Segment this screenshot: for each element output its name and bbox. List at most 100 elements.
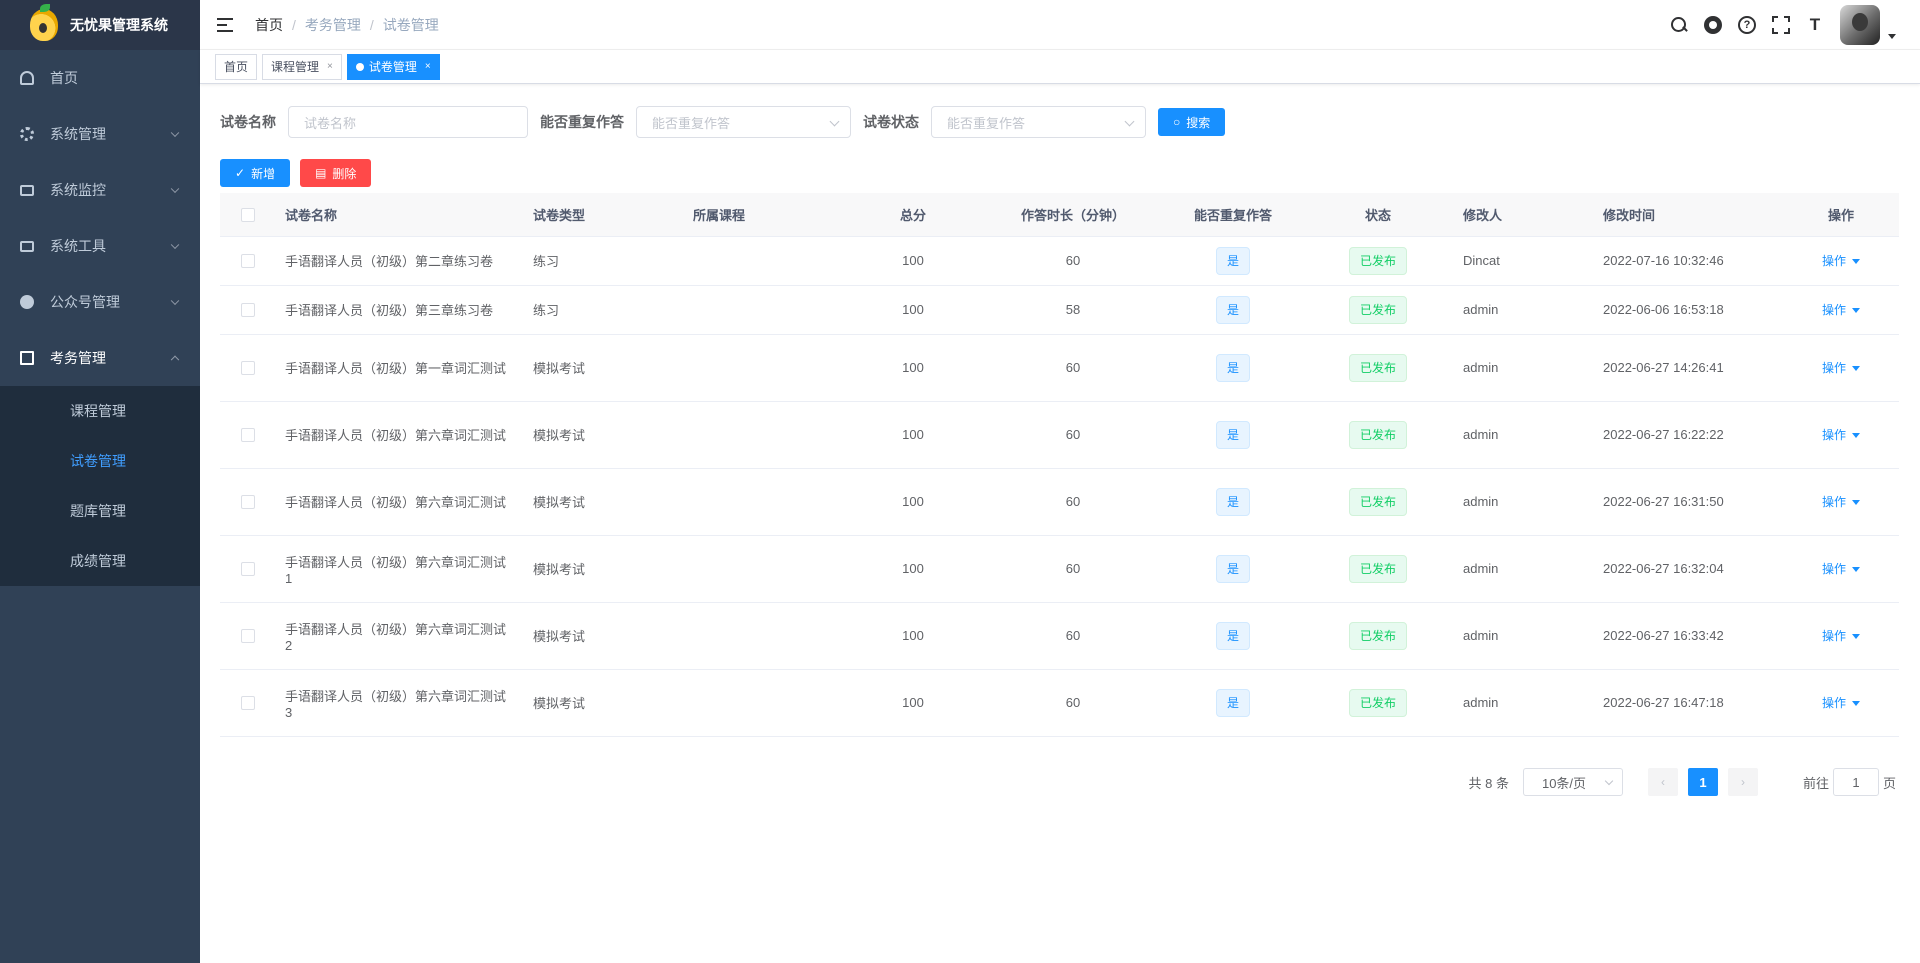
cell-repeat: 是: [1163, 602, 1303, 670]
search-icon: ○: [1173, 115, 1181, 129]
cell-time: 2022-06-27 16:33:42: [1593, 602, 1783, 670]
right-menu: ? T: [1654, 0, 1896, 50]
tab-home[interactable]: 首页: [215, 53, 258, 80]
wechat-icon: [20, 295, 34, 309]
breadcrumb-exam: 考务管理: [304, 16, 361, 33]
row-checkbox[interactable]: [220, 669, 275, 737]
sidebar-item-home[interactable]: 首页: [0, 50, 200, 106]
cell-status: 已发布: [1303, 236, 1453, 286]
sidebar-item-label: 首页: [50, 70, 78, 86]
prev-page-button[interactable]: ‹: [1647, 768, 1678, 796]
search-form: 试卷名称 试卷名称 能否重复作答 能否重复作答 试卷状态 能否重复作答 ○ 搜索: [220, 106, 1900, 138]
sidebar-item-system[interactable]: 系统管理: [0, 106, 200, 162]
page-jump: 前往 1 页: [1803, 768, 1896, 796]
action-dropdown[interactable]: 操作: [1822, 495, 1860, 509]
row-checkbox[interactable]: [220, 334, 275, 402]
close-icon[interactable]: ×: [327, 55, 333, 79]
sidebar-item-scores[interactable]: 成绩管理: [0, 536, 200, 586]
breadcrumb-paper: 试卷管理: [382, 16, 439, 33]
tab-paper[interactable]: 试卷管理 ×: [346, 53, 440, 80]
cell-course: [683, 468, 843, 536]
toolbar: ✓ 新增 ▤ 删除: [220, 159, 1900, 187]
cell-modifier: admin: [1453, 535, 1593, 603]
search-icon[interactable]: [1670, 16, 1688, 34]
caret-down-icon: [1852, 500, 1860, 506]
cell-status: 已发布: [1303, 468, 1453, 536]
add-button[interactable]: ✓ 新增: [220, 159, 291, 187]
hamburger-icon[interactable]: [217, 17, 233, 32]
repeat-select[interactable]: 能否重复作答: [636, 106, 851, 138]
logo[interactable]: 无忧果管理系统: [0, 0, 200, 50]
cell-duration: 58: [983, 285, 1163, 335]
chevron-down-icon: [170, 240, 180, 250]
row-checkbox[interactable]: [220, 236, 275, 286]
delete-button[interactable]: ▤ 删除: [300, 159, 372, 187]
cell-time: 2022-06-27 16:32:04: [1593, 535, 1783, 603]
row-checkbox[interactable]: [220, 535, 275, 603]
sidebar-item-wechat[interactable]: 公众号管理: [0, 274, 200, 330]
cell-time: 2022-06-27 16:47:18: [1593, 669, 1783, 737]
question-icon[interactable]: ?: [1738, 16, 1756, 34]
avatar[interactable]: [1840, 5, 1880, 45]
page-number-current[interactable]: 1: [1687, 768, 1718, 796]
cell-duration: 60: [983, 334, 1163, 402]
sidebar-item-exam[interactable]: 考务管理: [0, 330, 200, 386]
action-dropdown[interactable]: 操作: [1822, 562, 1860, 576]
breadcrumb-home[interactable]: 首页: [255, 15, 283, 35]
row-checkbox[interactable]: [220, 468, 275, 536]
font-size-icon[interactable]: T: [1806, 16, 1824, 34]
cell-type: 模拟考试: [523, 401, 683, 469]
select-all-checkbox[interactable]: [220, 193, 275, 237]
logo-icon: [30, 4, 58, 41]
cell-repeat: 是: [1163, 535, 1303, 603]
action-dropdown[interactable]: 操作: [1822, 361, 1860, 375]
action-dropdown[interactable]: 操作: [1822, 254, 1860, 268]
caret-down-icon[interactable]: [1888, 33, 1896, 39]
paper-name-input[interactable]: 试卷名称: [288, 106, 528, 138]
sidebar-item-paper[interactable]: 试卷管理: [0, 436, 200, 486]
action-dropdown[interactable]: 操作: [1822, 629, 1860, 643]
page-size-select[interactable]: 10条/页: [1522, 768, 1623, 796]
cell-course: [683, 334, 843, 402]
sidebar-item-question-bank[interactable]: 题库管理: [0, 486, 200, 536]
cell-modifier: admin: [1453, 401, 1593, 469]
cell-time: 2022-06-27 16:31:50: [1593, 468, 1783, 536]
cell-repeat: 是: [1163, 236, 1303, 286]
navbar: 首页 / 考务管理 / 试卷管理 ? T: [200, 0, 1920, 50]
repeat-badge: 是: [1215, 688, 1250, 717]
github-icon[interactable]: [1704, 16, 1722, 34]
repeat-badge: 是: [1215, 353, 1250, 382]
name-label: 试卷名称: [220, 114, 276, 130]
cell-modifier: admin: [1453, 334, 1593, 402]
caret-down-icon: [1852, 634, 1860, 640]
tab-course[interactable]: 课程管理 ×: [262, 53, 342, 80]
close-icon[interactable]: ×: [425, 55, 431, 79]
status-select[interactable]: 能否重复作答: [931, 106, 1146, 138]
header-actions: 操作: [1783, 193, 1899, 237]
cell-status: 已发布: [1303, 602, 1453, 670]
row-checkbox[interactable]: [220, 285, 275, 335]
status-badge: 已发布: [1348, 353, 1407, 382]
table-row: 手语翻译人员（初级）第三章练习卷 练习 100 58 是 已发布 admin 2022-06-…: [220, 285, 1899, 335]
trash-icon: ▤: [315, 166, 327, 180]
search-button[interactable]: ○ 搜索: [1158, 108, 1226, 136]
sidebar-item-tools[interactable]: 系统工具: [0, 218, 200, 274]
cell-score: 100: [843, 602, 983, 670]
repeat-badge: 是: [1215, 420, 1250, 449]
sidebar-item-course[interactable]: 课程管理: [0, 386, 200, 436]
action-dropdown[interactable]: 操作: [1822, 428, 1860, 442]
page-jump-input[interactable]: 1: [1832, 768, 1879, 796]
row-checkbox[interactable]: [220, 602, 275, 670]
fullscreen-icon[interactable]: [1772, 16, 1790, 34]
cell-course: [683, 285, 843, 335]
row-checkbox[interactable]: [220, 401, 275, 469]
status-badge: 已发布: [1348, 246, 1407, 275]
action-dropdown[interactable]: 操作: [1822, 303, 1860, 317]
sidebar-item-monitor[interactable]: 系统监控: [0, 162, 200, 218]
action-dropdown[interactable]: 操作: [1822, 696, 1860, 710]
next-page-button[interactable]: ›: [1727, 768, 1758, 796]
app-title: 无忧果管理系统: [70, 17, 168, 33]
table-row: 手语翻译人员（初级）第六章词汇测试 模拟考试 100 60 是 已发布 admin 2022-…: [220, 401, 1899, 469]
header-name: 试卷名称: [275, 193, 523, 237]
cell-status: 已发布: [1303, 401, 1453, 469]
